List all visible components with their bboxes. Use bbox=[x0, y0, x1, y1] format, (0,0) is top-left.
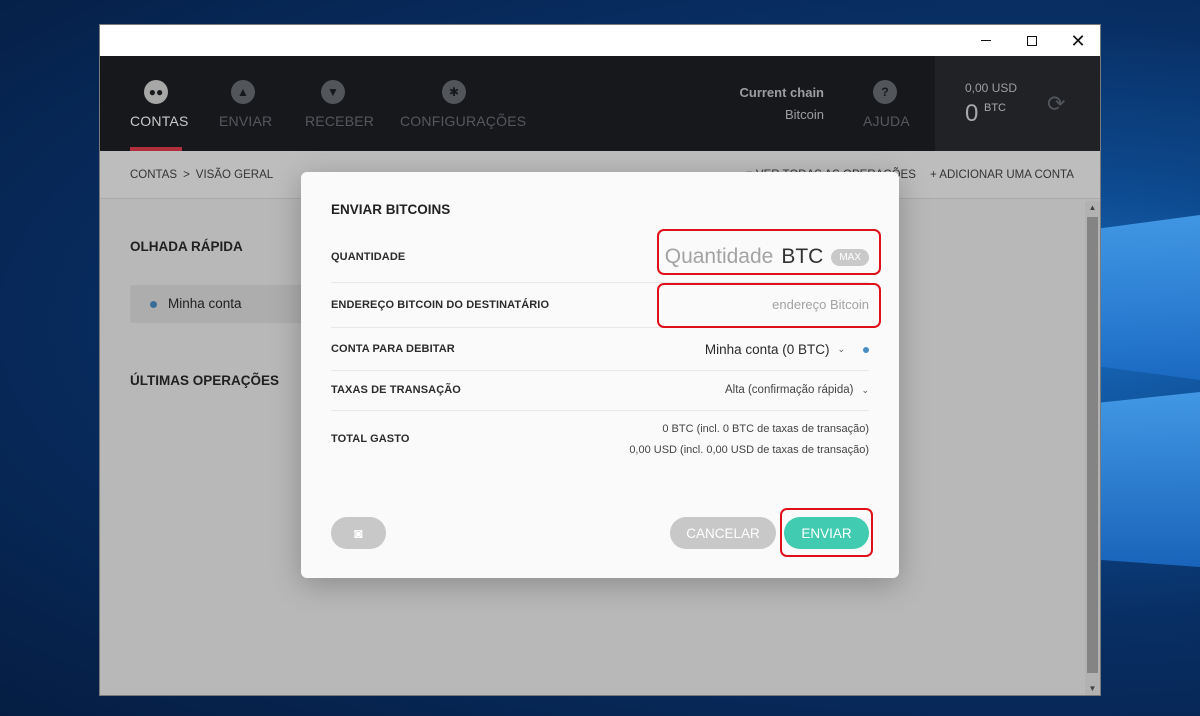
maximize-button[interactable] bbox=[1009, 25, 1055, 56]
fees-label: TAXAS DE TRANSAÇÃO bbox=[331, 384, 461, 396]
address-highlight bbox=[657, 283, 881, 328]
total-btc: 0 BTC (incl. 0 BTC de taxas de transação… bbox=[662, 423, 869, 435]
fees-select[interactable]: Alta (confirmação rápida) ⌄ bbox=[725, 384, 869, 396]
fees-value: Alta (confirmação rápida) bbox=[724, 384, 854, 396]
minimize-button[interactable] bbox=[963, 25, 1009, 56]
chevron-down-icon: ⌄ bbox=[861, 384, 869, 395]
account-color-dot bbox=[863, 346, 869, 353]
title-bar: ✕ bbox=[100, 25, 1100, 56]
maximize-icon bbox=[1027, 35, 1037, 46]
desktop-background bbox=[1101, 392, 1200, 567]
minimize-icon bbox=[981, 40, 991, 41]
dialog-title: ENVIAR BITCOINS bbox=[331, 202, 451, 217]
close-button[interactable]: ✕ bbox=[1055, 25, 1100, 56]
cancel-button[interactable]: CANCELAR bbox=[670, 517, 776, 549]
debit-account-value: Minha conta (0 BTC) bbox=[704, 342, 830, 357]
fees-row: TAXAS DE TRANSAÇÃO Alta (confirmação ráp… bbox=[331, 371, 869, 411]
camera-icon: ◙ bbox=[354, 525, 363, 541]
close-icon: ✕ bbox=[1070, 30, 1086, 51]
amount-highlight bbox=[657, 229, 881, 275]
desktop-background bbox=[1101, 215, 1200, 380]
send-highlight bbox=[780, 508, 873, 557]
debit-account-row: CONTA PARA DEBITAR Minha conta (0 BTC) ⌄ bbox=[331, 328, 869, 371]
chevron-down-icon: ⌄ bbox=[837, 344, 845, 354]
amount-label: QUANTIDADE bbox=[331, 251, 406, 263]
address-label: ENDEREÇO BITCOIN DO DESTINATÁRIO bbox=[331, 299, 550, 311]
total-label: TOTAL GASTO bbox=[331, 433, 410, 445]
debit-account-select[interactable]: Minha conta (0 BTC) ⌄ bbox=[705, 342, 869, 357]
debit-account-label: CONTA PARA DEBITAR bbox=[331, 343, 455, 355]
total-usd: 0,00 USD (incl. 0,00 USD de taxas de tra… bbox=[629, 444, 869, 456]
total-row: TOTAL GASTO 0 BTC (incl. 0 BTC de taxas … bbox=[331, 411, 869, 471]
qr-scan-button[interactable]: ◙ bbox=[331, 517, 386, 549]
